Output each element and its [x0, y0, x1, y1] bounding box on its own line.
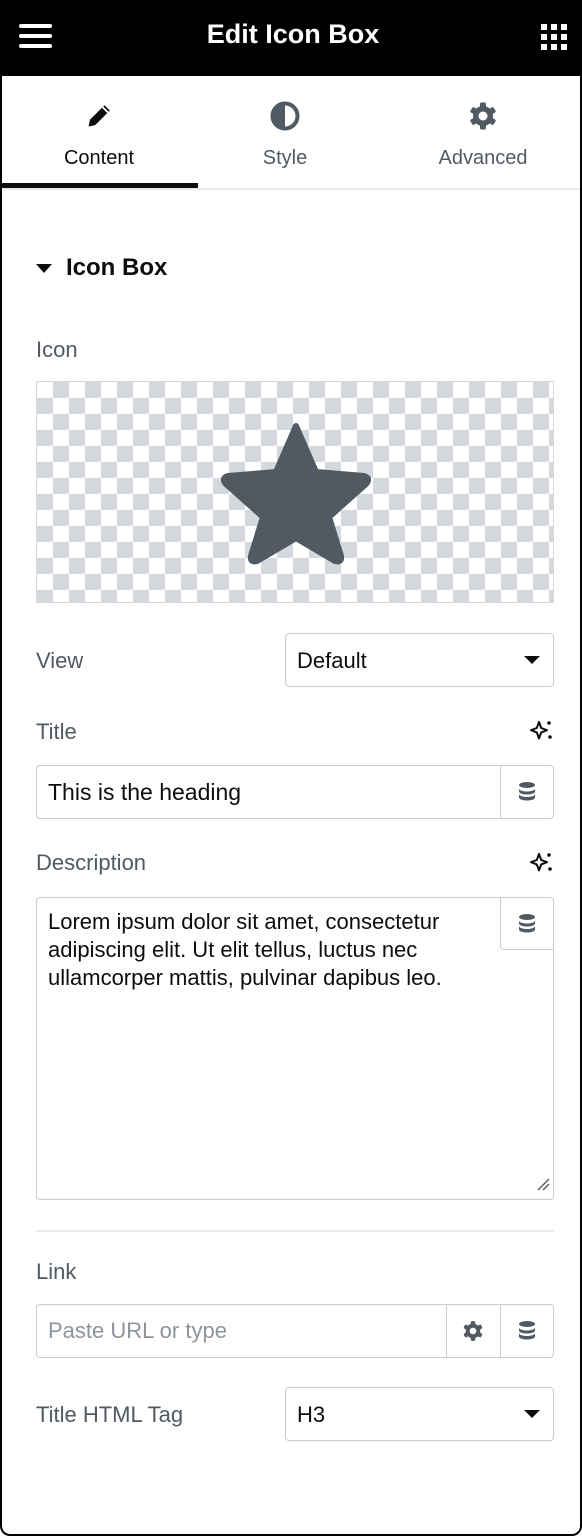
description-label: Description — [36, 850, 147, 875]
link-field — [36, 1304, 554, 1358]
resize-handle-icon[interactable] — [536, 1177, 550, 1196]
chevron-down-icon — [524, 1410, 540, 1418]
panel-title: Edit Icon Box — [206, 19, 380, 49]
chevron-down-icon — [524, 656, 540, 664]
description-value: Lorem ipsum dolor sit amet, consectetur … — [48, 909, 442, 990]
dynamic-tags-button[interactable] — [500, 1305, 553, 1357]
description-textarea[interactable]: Lorem ipsum dolor sit amet, consectetur … — [36, 897, 554, 1200]
title-html-tag-select[interactable]: H3 — [285, 1387, 554, 1441]
gear-icon — [463, 1321, 483, 1341]
tab-style[interactable]: Style — [188, 76, 382, 190]
tab-advanced[interactable]: Advanced — [386, 76, 580, 190]
section-title: Icon Box — [66, 254, 168, 281]
panel-header: Edit Icon Box — [2, 0, 580, 76]
icon-label: Icon — [36, 337, 78, 362]
grid-apps-icon[interactable] — [541, 24, 567, 50]
gear-icon — [386, 100, 580, 132]
tab-label: Content — [63, 147, 135, 169]
link-label: Link — [36, 1259, 77, 1284]
dynamic-tags-button[interactable] — [500, 766, 553, 818]
active-tab-indicator — [2, 183, 198, 188]
tab-content[interactable]: Content — [2, 76, 196, 190]
database-icon — [519, 913, 535, 932]
section-divider — [36, 1230, 554, 1232]
title-html-tag-value: H3 — [297, 1402, 326, 1427]
dynamic-tags-button[interactable] — [500, 897, 554, 950]
view-select-value: Default — [297, 648, 367, 673]
ai-sparkle-icon[interactable] — [529, 718, 555, 749]
database-icon — [519, 1321, 535, 1340]
database-icon — [519, 782, 535, 801]
tab-label: Advanced — [438, 147, 528, 169]
view-select[interactable]: Default — [285, 633, 554, 687]
view-label: View — [36, 648, 84, 673]
half-circle-contrast-icon — [188, 100, 382, 132]
panel-tabs: Content Style Advanced — [2, 76, 580, 190]
tab-label: Style — [262, 147, 308, 169]
editor-panel: Edit Icon Box Content Style Advanced Ico… — [0, 0, 582, 1536]
icon-picker[interactable] — [36, 381, 554, 603]
star-icon — [221, 423, 371, 565]
pencil-icon — [2, 100, 196, 132]
title-input-value: This is the heading — [48, 779, 242, 805]
title-html-tag-label: Title HTML Tag — [36, 1402, 184, 1427]
title-input[interactable]: This is the heading — [36, 765, 554, 819]
link-options-button[interactable] — [446, 1305, 499, 1357]
link-input[interactable] — [38, 1306, 443, 1356]
ai-sparkle-icon[interactable] — [529, 850, 555, 881]
caret-down-icon — [36, 263, 52, 273]
title-label: Title — [36, 719, 77, 744]
section-toggle-icon-box[interactable]: Icon Box — [36, 254, 167, 282]
